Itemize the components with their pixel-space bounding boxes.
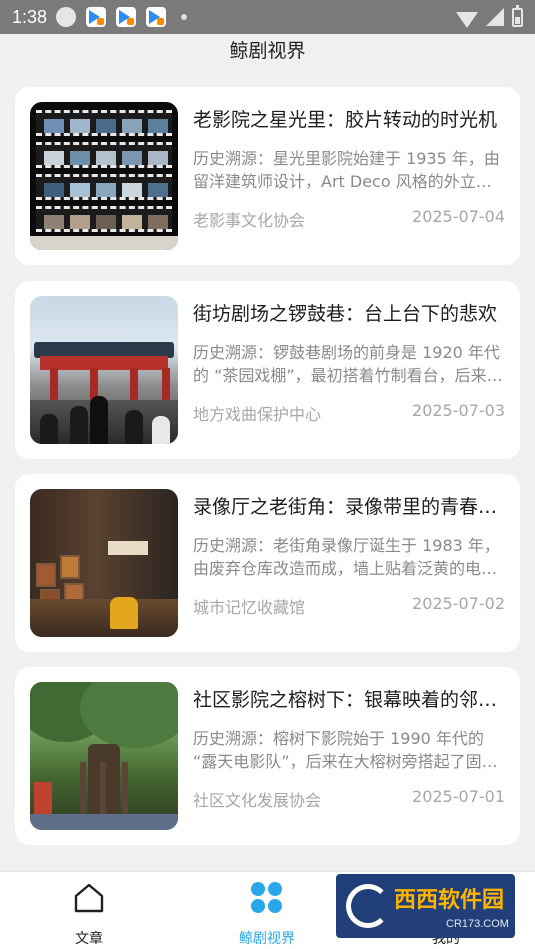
- app-icon: [85, 6, 107, 28]
- article-date: 2025-07-03: [412, 401, 505, 420]
- app-icon: [115, 6, 137, 28]
- article-source: 社区文化发展协会: [193, 791, 322, 810]
- nav-item-whale-theatre[interactable]: 鲸剧视界: [217, 878, 317, 947]
- article-thumbnail: [30, 296, 178, 444]
- article-card[interactable]: 社区影院之榕树下：银幕映着的邻里情 历史溯源：榕树下影院始于 1990 年代的 …: [15, 667, 520, 845]
- article-date: 2025-07-04: [412, 207, 505, 226]
- article-source: 城市记忆收藏馆: [193, 598, 306, 617]
- watermark-domain: CR173.COM: [446, 918, 509, 930]
- article-date: 2025-07-01: [412, 787, 505, 806]
- app-icon: [145, 6, 167, 28]
- battery-icon: [512, 4, 523, 27]
- article-title: 街坊剧场之锣鼓巷：台上台下的悲欢: [193, 303, 498, 325]
- article-card[interactable]: 老影院之星光里：胶片转动的时光机 历史溯源：星光里影院始建于 1935 年，由留…: [15, 87, 520, 265]
- article-title: 录像厅之老街角：录像带里的青春记忆: [193, 496, 505, 518]
- status-indicators: [456, 4, 523, 28]
- article-excerpt: 历史溯源：星光里影院始建于 1935 年，由留洋建筑师设计，Art Deco 风…: [193, 149, 500, 191]
- home-icon: [74, 883, 104, 913]
- watermark-text: 西西软件园: [394, 888, 505, 913]
- article-thumbnail: [30, 102, 178, 250]
- article-excerpt: 历史溯源：榕树下影院始于 1990 年代的 “露天电影队”，后来在大榕树旁搭起了…: [193, 729, 498, 771]
- nav-label: 鲸剧视界: [239, 931, 295, 947]
- article-excerpt: 历史溯源：老街角录像厅诞生于 1983 年，由废弃仓库改造而成，墙上贴着泛黄的电…: [193, 536, 500, 578]
- signal-icon: [486, 8, 504, 26]
- page-title: 鲸剧视界: [229, 40, 306, 62]
- watermark-logo-icon: [346, 884, 390, 928]
- nav-label: 文章: [75, 931, 103, 947]
- article-source: 地方戏曲保护中心: [193, 405, 322, 424]
- article-title: 社区影院之榕树下：银幕映着的邻里情: [193, 689, 505, 711]
- article-thumbnail: [30, 489, 178, 637]
- article-card[interactable]: 录像厅之老街角：录像带里的青春记忆 历史溯源：老街角录像厅诞生于 1983 年，…: [15, 474, 520, 652]
- article-thumbnail: [30, 682, 178, 830]
- wifi-icon: [456, 12, 478, 28]
- grid-icon: [251, 882, 283, 914]
- nav-item-articles[interactable]: 文章: [39, 878, 139, 947]
- status-bar: 1:38: [0, 0, 535, 34]
- article-source: 老影事文化协会: [193, 211, 306, 230]
- telegram-icon: [55, 6, 77, 28]
- watermark-overlay: 西西软件园 CR173.COM: [336, 874, 515, 938]
- article-title: 老影院之星光里：胶片转动的时光机: [193, 109, 498, 131]
- article-card[interactable]: 街坊剧场之锣鼓巷：台上台下的悲欢 历史溯源：锣鼓巷剧场的前身是 1920 年代的…: [15, 281, 520, 459]
- dot-icon: [181, 14, 188, 20]
- article-date: 2025-07-02: [412, 594, 505, 613]
- status-time: 1:38: [12, 6, 48, 27]
- article-excerpt: 历史溯源：锣鼓巷剧场的前身是 1920 年代的 “茶园戏棚”，最初搭着竹制看台，…: [193, 343, 503, 385]
